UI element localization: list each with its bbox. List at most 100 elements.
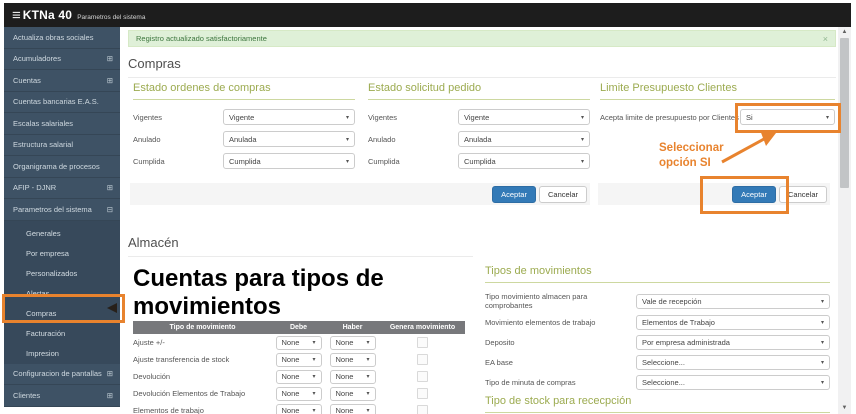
debe-select[interactable]: None ▾	[275, 369, 322, 384]
debe-select[interactable]: None ▾	[275, 403, 322, 414]
haber-select[interactable]: None ▾	[329, 352, 376, 367]
app-subtitle: Parametros del sistema	[77, 13, 146, 21]
sidebar-item-generales[interactable]: Generales	[4, 224, 120, 244]
field-label: Deposito	[485, 338, 515, 347]
expand-icon[interactable]: ⊞	[107, 391, 113, 400]
deposito-select[interactable]: Por empresa administrada ▾	[636, 335, 830, 350]
movimiento-elementos-select[interactable]: Elementos de Trabajo ▾	[636, 315, 830, 330]
sidebar-item-label: Organigrama de procesos	[13, 161, 100, 171]
collapse-icon[interactable]: ⊟	[107, 205, 113, 214]
haber-select[interactable]: None ▾	[329, 335, 376, 350]
section-title: Tipos de movimientos	[485, 265, 830, 283]
expand-icon[interactable]: ⊞	[107, 54, 113, 63]
select-value: Cumplida	[464, 156, 496, 166]
field-label: Cumplida	[368, 156, 400, 166]
select-value: None	[335, 389, 354, 398]
select-value: None	[281, 372, 300, 381]
vigentes-select[interactable]: Vigente ▾	[458, 109, 590, 125]
sidebar-item-afip-djnr[interactable]: AFIP - DJNR ⊞	[4, 178, 120, 199]
sidebar-item-estructura-salarial[interactable]: Estructura salarial	[4, 135, 120, 156]
select-value: None	[335, 338, 354, 347]
table-row: Elementos de trabajo None ▾ None ▾	[133, 402, 465, 414]
form-footer-left: Aceptar Cancelar	[130, 183, 590, 205]
form-row: Cumplida Cumplida ▾	[368, 153, 590, 169]
cumplida-select[interactable]: Cumplida ▾	[458, 153, 590, 169]
vigentes-select[interactable]: Vigente ▾	[223, 109, 355, 125]
sidebar-item-personalizados[interactable]: Personalizados	[4, 264, 120, 284]
sidebar-item-acumuladores[interactable]: Acumuladores ⊞	[4, 49, 120, 70]
genera-movimiento-checkbox[interactable]	[417, 354, 428, 365]
expand-icon[interactable]: ⊞	[107, 183, 113, 192]
tipo-movimiento-comprobantes-select[interactable]: Vale de recepción ▾	[636, 293, 830, 309]
movement-type-label: Elementos de trabajo	[133, 406, 204, 414]
select-value: Por empresa administrada	[642, 338, 730, 347]
chevron-down-icon: ▾	[312, 374, 316, 380]
ea-base-select[interactable]: Seleccione... ▾	[636, 355, 830, 370]
field-label: Tipo movimiento almacen para comprobante…	[485, 292, 588, 310]
sidebar-item-configuracion-pantallas[interactable]: Configuracion de pantallas ⊞	[4, 364, 120, 385]
column-header: Tipo de movimiento	[169, 324, 236, 331]
expand-icon[interactable]: ⊞	[107, 76, 113, 85]
aceptar-button[interactable]: Aceptar	[492, 185, 536, 203]
genera-movimiento-checkbox[interactable]	[417, 405, 428, 414]
sidebar-item-label: Cuentas	[13, 75, 41, 85]
debe-select[interactable]: None ▾	[275, 352, 322, 367]
annotation-box-aceptar	[700, 176, 789, 214]
section-title: Estado ordenes de compras	[133, 82, 355, 100]
anulado-select[interactable]: Anulada ▾	[223, 131, 355, 147]
select-value: Cumplida	[229, 156, 261, 166]
sidebar-item-cuentas[interactable]: Cuentas ⊞	[4, 70, 120, 92]
expand-icon[interactable]: ⊞	[107, 369, 113, 378]
chevron-down-icon: ▾	[366, 357, 370, 363]
anulado-select[interactable]: Anulada ▾	[458, 131, 590, 147]
chevron-down-icon: ▾	[366, 391, 370, 397]
top-bar: ≡ KTNa 40 Parametros del sistema	[4, 3, 851, 27]
annotation-pointer-icon	[107, 303, 117, 313]
haber-select[interactable]: None ▾	[329, 369, 376, 384]
sidebar-item-parametros-del-sistema[interactable]: Parametros del sistema ⊟	[4, 199, 120, 221]
genera-movimiento-checkbox[interactable]	[417, 337, 428, 348]
select-value: None	[281, 338, 300, 347]
scrollbar[interactable]: ▲ ▼	[838, 27, 851, 414]
movement-type-label: Ajuste transferencia de stock	[133, 355, 230, 364]
sidebar-item-por-empresa[interactable]: Por empresa	[4, 244, 120, 264]
select-value: None	[335, 355, 354, 364]
debe-select[interactable]: None ▾	[275, 335, 322, 350]
cancelar-button[interactable]: Cancelar	[538, 185, 587, 203]
sidebar-item-escalas-salariales[interactable]: Escalas salariales	[4, 113, 120, 135]
sidebar-item-organigrama[interactable]: Organigrama de procesos	[4, 156, 120, 178]
sidebar-item-facturacion[interactable]: Facturación	[4, 324, 120, 344]
sidebar-item-impresion[interactable]: Impresion	[4, 344, 120, 364]
cumplida-select[interactable]: Cumplida ▾	[223, 153, 355, 169]
hamburger-icon[interactable]: ≡	[12, 8, 21, 23]
form-row: Vigentes Vigente ▾	[133, 109, 355, 125]
sidebar-item-actualiza-obras-sociales[interactable]: Actualiza obras sociales	[4, 27, 120, 49]
page-title: Compras	[128, 56, 181, 71]
chevron-down-icon: ▾	[820, 340, 824, 346]
section-title: Estado solicitud pedido	[368, 82, 590, 100]
scroll-down-icon[interactable]: ▼	[838, 403, 851, 414]
chevron-down-icon: ▾	[580, 114, 584, 121]
section-tipos-movimientos: Tipos de movimientos Tipo movimiento alm…	[485, 265, 830, 414]
genera-movimiento-checkbox[interactable]	[417, 371, 428, 382]
sidebar-item-clientes[interactable]: Clientes ⊞	[4, 385, 120, 407]
field-label: Vigentes	[133, 112, 163, 122]
chevron-down-icon: ▾	[580, 158, 584, 165]
debe-select[interactable]: None ▾	[275, 386, 322, 401]
divider	[128, 77, 836, 78]
tipo-minuta-select[interactable]: Seleccione... ▾	[636, 375, 830, 390]
chevron-down-icon: ▾	[312, 408, 316, 414]
main-content: Registro actualizado satisfactoriamente …	[120, 27, 838, 414]
select-value: Anulada	[464, 134, 492, 144]
close-icon[interactable]: ×	[823, 34, 828, 44]
scrollbar-thumb[interactable]	[840, 38, 849, 188]
annotation-arrow	[721, 130, 776, 164]
haber-select[interactable]: None ▾	[329, 386, 376, 401]
genera-movimiento-checkbox[interactable]	[417, 388, 428, 399]
field-label: Tipo de minuta de compras	[485, 378, 576, 387]
scroll-up-icon[interactable]: ▲	[838, 27, 851, 38]
haber-select[interactable]: None ▾	[329, 403, 376, 414]
column-header: Haber	[342, 324, 363, 331]
sidebar-item-cuentas-bancarias[interactable]: Cuentas bancarias E.A.S.	[4, 92, 120, 113]
table-row: Devolución Elementos de Trabajo None ▾ No…	[133, 385, 465, 402]
